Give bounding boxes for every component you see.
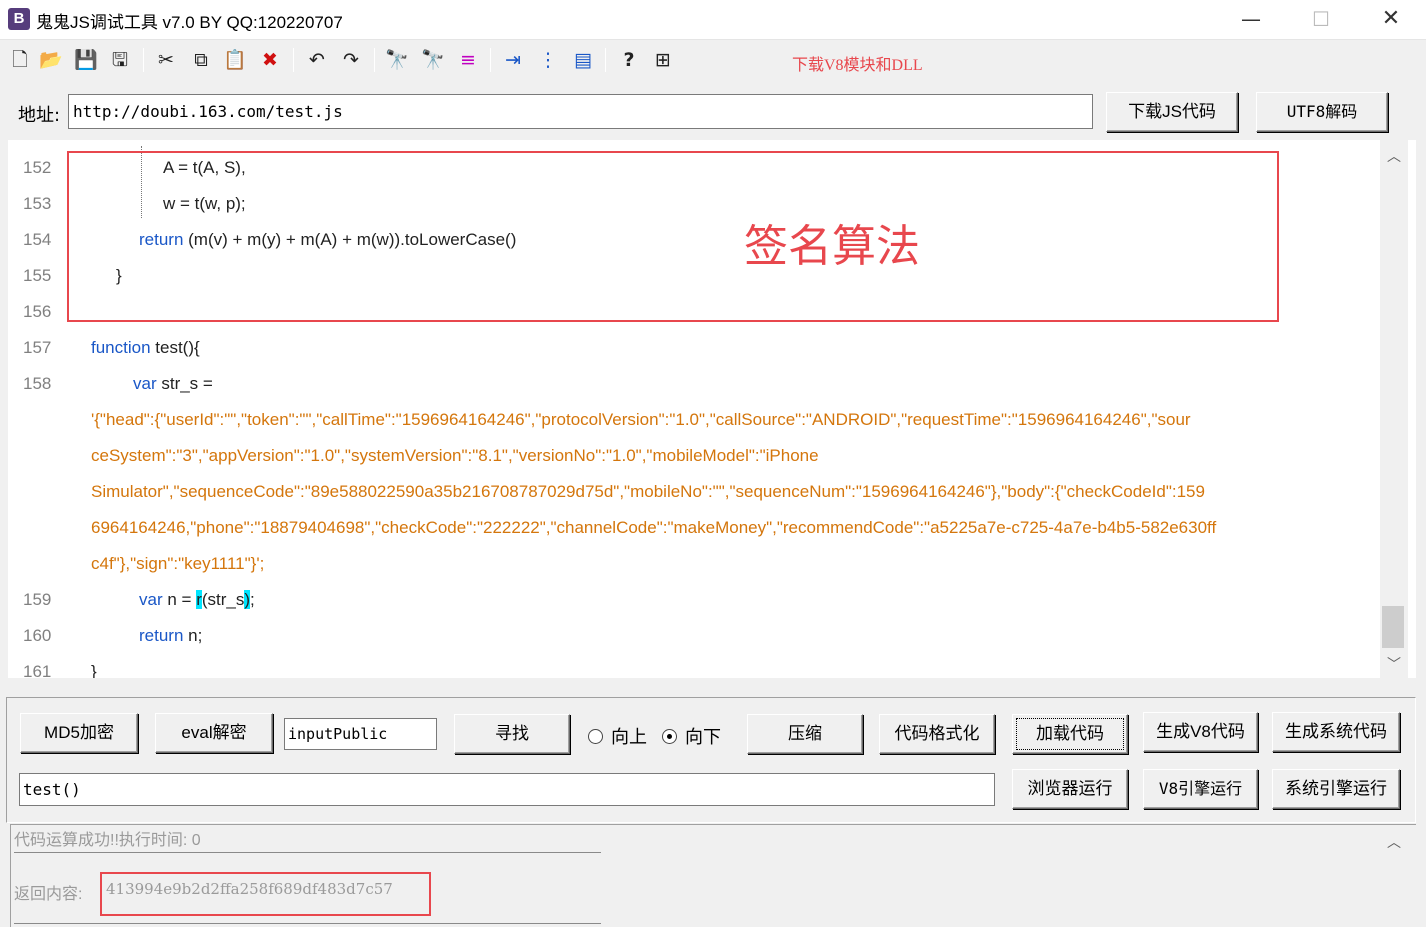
radio-search-up[interactable]: 向上 — [588, 723, 647, 749]
code-editor[interactable]: 152 A = t(A, S), 153 w = t(w, p); 154 re… — [8, 140, 1416, 678]
open-folder-icon[interactable]: 📂 — [38, 47, 64, 73]
line-number: 152 — [23, 158, 52, 177]
code-text: } — [91, 662, 97, 678]
code-keyword: var — [133, 374, 157, 393]
toolbar-separator — [293, 48, 294, 72]
code-keyword: function — [91, 338, 151, 357]
code-string: 6964164246,"phone":"18879404698","checkC… — [91, 518, 1217, 537]
download-js-button[interactable]: 下载JS代码 — [1106, 92, 1238, 132]
signature-highlight-box — [67, 151, 1279, 322]
info-icon[interactable]: ⊞ — [650, 47, 676, 73]
line-number: 160 — [23, 626, 52, 645]
v8-engine-run-button[interactable]: V8引擎运行 — [1143, 769, 1258, 809]
code-string: '{"head":{"userId":"","token":"","callTi… — [91, 410, 1191, 429]
toolbar: 🗋 📂 💾 🖫 ✂ ⧉ 📋 ✖ ↶ ↷ 🔭 🔭 ≡ ⇥ ⋮ ▤ ? ⊞ 下载V8… — [0, 40, 1426, 80]
find-button[interactable]: 寻找 — [454, 714, 570, 754]
delete-icon[interactable]: ✖ — [257, 47, 283, 73]
eval-decrypt-button[interactable]: eval解密 — [155, 713, 273, 753]
radio-search-down[interactable]: 向下 — [662, 723, 721, 749]
save-icon[interactable]: 💾 — [73, 47, 99, 73]
line-number: 153 — [23, 194, 52, 213]
output-scrollbar[interactable]: ︿ — [1380, 826, 1408, 927]
radio-label: 向上 — [611, 727, 647, 747]
browser-run-button[interactable]: 浏览器运行 — [1012, 769, 1128, 809]
radio-dot[interactable] — [588, 729, 603, 744]
code-text: n = — [162, 590, 197, 609]
paste-icon[interactable]: 📋 — [222, 47, 248, 73]
system-engine-run-button[interactable]: 系统引擎运行 — [1272, 769, 1400, 809]
line-number: 156 — [23, 302, 52, 321]
cut-icon[interactable]: ✂ — [153, 47, 179, 73]
copy-icon[interactable]: ⧉ — [188, 47, 214, 73]
load-code-button[interactable]: 加载代码 — [1012, 714, 1128, 754]
code-text: n; — [183, 626, 203, 645]
code-string: c4f"},"sign":"key1111"}'; — [91, 554, 265, 573]
code-text: test(){ — [150, 338, 200, 357]
toolbar-separator — [490, 48, 491, 72]
compress-button[interactable]: 压缩 — [747, 714, 863, 754]
title-bar: B 鬼鬼JS调试工具 v7.0 BY QQ:120220707 — ☐ ✕ — [0, 0, 1426, 40]
line-number: 161 — [23, 662, 52, 678]
line-number: 155 — [23, 266, 52, 285]
scroll-up-icon[interactable]: ︿ — [1380, 832, 1408, 852]
toolbar-separator — [143, 48, 144, 72]
window-title: 鬼鬼JS调试工具 v7.0 BY QQ:120220707 — [36, 13, 343, 32]
close-button[interactable]: ✕ — [1356, 0, 1426, 40]
utf8-decode-button[interactable]: UTF8解码 — [1256, 92, 1388, 132]
scroll-up-icon[interactable]: ︿ — [1380, 146, 1408, 166]
line-number: 157 — [23, 338, 52, 357]
return-highlight-box — [100, 872, 431, 916]
code-keyword: return — [139, 626, 184, 645]
search-input[interactable]: inputPublic — [284, 718, 437, 750]
toolbar-separator — [605, 48, 606, 72]
address-label: 地址: — [18, 105, 61, 126]
indent-icon[interactable]: ≡ — [455, 47, 481, 73]
signature-annotation: 签名算法 — [744, 221, 920, 272]
md5-encrypt-button[interactable]: MD5加密 — [20, 713, 138, 753]
format-code-button[interactable]: 代码格式化 — [879, 714, 995, 754]
execution-status: 代码运算成功!!执行时间: 0 — [14, 832, 201, 849]
download-v8-link[interactable]: 下载V8模块和DLL — [792, 51, 923, 75]
toolbar-separator — [374, 48, 375, 72]
output-divider — [14, 852, 601, 853]
line-number: 154 — [23, 230, 52, 249]
command-input[interactable]: test() — [19, 773, 995, 806]
line-number: 158 — [23, 374, 52, 393]
find-icon[interactable]: 🔭 — [384, 47, 410, 73]
maximize-button[interactable]: ☐ — [1286, 0, 1356, 40]
radio-dot-selected[interactable] — [662, 729, 677, 744]
code-string: Simulator","sequenceCode":"89e588022590a… — [91, 482, 1205, 501]
editor-scrollbar[interactable]: ︿ ﹀ — [1380, 140, 1408, 678]
scroll-thumb[interactable] — [1382, 606, 1404, 648]
generate-v8-code-button[interactable]: 生成V8代码 — [1143, 712, 1258, 752]
window-icon[interactable]: ▤ — [570, 47, 596, 73]
code-text: str_s = — [156, 374, 213, 393]
output-divider — [14, 923, 601, 924]
find-replace-icon[interactable]: 🔭 — [420, 47, 446, 73]
generate-system-code-button[interactable]: 生成系统代码 — [1272, 712, 1400, 752]
outdent-icon[interactable]: ⇥ — [500, 47, 526, 73]
line-numbers-icon[interactable]: ⋮ — [535, 47, 561, 73]
code-text: (str_s — [201, 590, 245, 609]
code-keyword: var — [139, 590, 163, 609]
code-string: ceSystem":"3","appVersion":"1.0","system… — [91, 446, 819, 465]
code-text: ; — [250, 590, 255, 609]
help-icon[interactable]: ? — [616, 47, 642, 73]
address-input[interactable]: http://doubi.163.com/test.js — [68, 94, 1093, 129]
new-file-icon[interactable]: 🗋 — [7, 47, 33, 73]
app-logo-icon: B — [8, 8, 30, 30]
line-number: 159 — [23, 590, 52, 609]
scroll-down-icon[interactable]: ﹀ — [1380, 654, 1408, 674]
minimize-button[interactable]: — — [1216, 0, 1286, 40]
redo-icon[interactable]: ↷ — [338, 47, 364, 73]
return-label: 返回内容: — [14, 886, 83, 903]
radio-label: 向下 — [685, 727, 721, 747]
undo-icon[interactable]: ↶ — [304, 47, 330, 73]
save-all-icon[interactable]: 🖫 — [107, 47, 133, 73]
